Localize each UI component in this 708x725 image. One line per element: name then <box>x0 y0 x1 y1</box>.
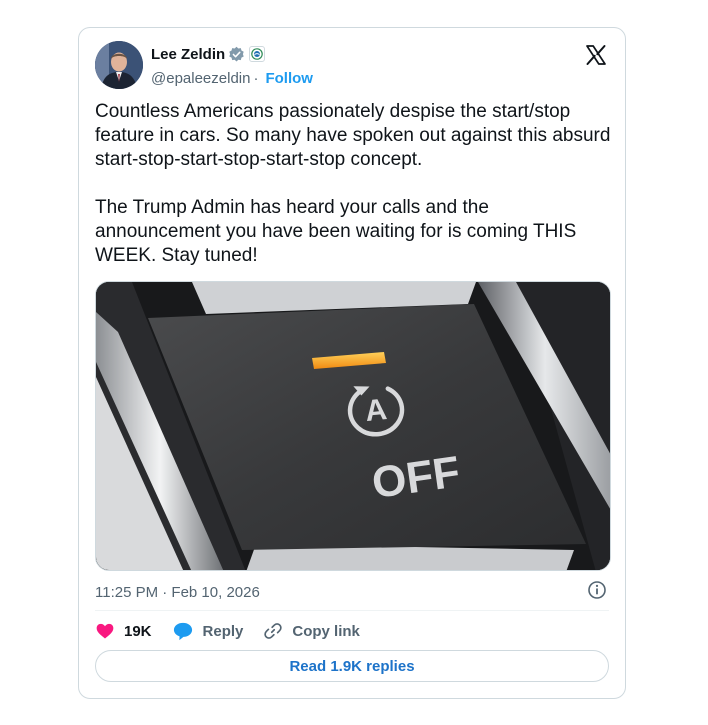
avatar[interactable] <box>95 41 143 89</box>
x-logo-icon[interactable] <box>584 43 608 67</box>
reply-button[interactable]: Reply <box>172 621 244 641</box>
post-image[interactable]: A OFF <box>95 281 611 571</box>
follow-button[interactable]: Follow <box>265 70 313 87</box>
author-handle-row: @epaleezeldin · Follow <box>151 68 313 88</box>
symbol-letter: A <box>364 393 389 428</box>
tweet-card: Lee Zeldin @epaleezeldin · Follow Countl… <box>78 27 626 699</box>
reply-bubble-icon <box>173 622 192 641</box>
info-icon[interactable] <box>587 580 607 600</box>
separator: · <box>253 69 259 87</box>
link-icon <box>264 623 283 639</box>
author-name[interactable]: Lee Zeldin <box>151 46 225 63</box>
post-paragraph-2: The Trump Admin has heard your calls and… <box>95 197 582 266</box>
likes-count: 19K <box>124 622 152 640</box>
copy-link-button[interactable]: Copy link <box>263 621 360 641</box>
like-button[interactable]: 19K <box>95 621 152 641</box>
divider <box>95 610 609 611</box>
post-timestamp[interactable]: 11:25 PM · Feb 10, 2026 <box>95 582 260 602</box>
action-bar: 19K Reply Copy link <box>95 620 380 642</box>
post-paragraph-1: Countless Americans passionately despise… <box>95 101 616 170</box>
epa-affiliation-icon[interactable] <box>249 46 266 62</box>
heart-icon <box>96 623 114 639</box>
copy-link-label: Copy link <box>292 622 360 640</box>
verified-badge-icon <box>229 46 244 61</box>
reply-label: Reply <box>202 622 244 640</box>
author-handle[interactable]: @epaleezeldin <box>151 70 250 87</box>
post-text: Countless Americans passionately despise… <box>95 100 615 268</box>
read-replies-button[interactable]: Read 1.9K replies <box>95 650 609 682</box>
author-name-row: Lee Zeldin <box>151 44 266 64</box>
